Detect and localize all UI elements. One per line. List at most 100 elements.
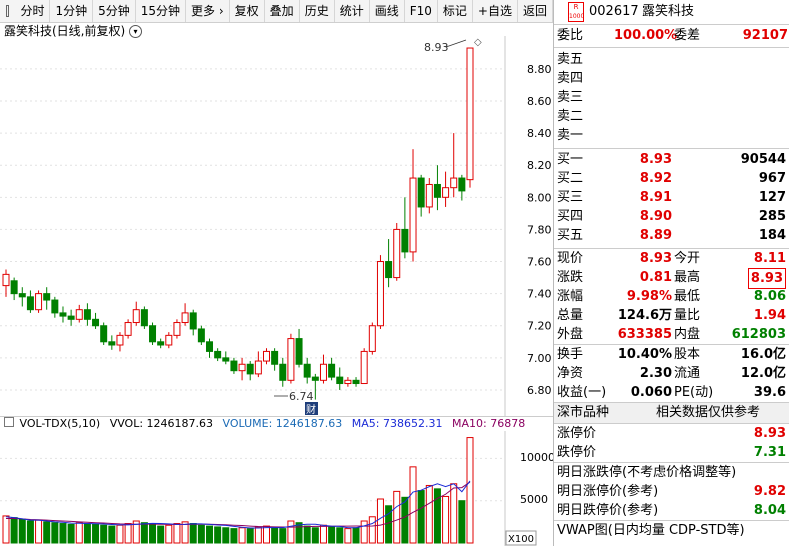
- toolbar-menu-icon[interactable]: [6, 5, 10, 17]
- section-left[interactable]: 深市品种: [557, 403, 609, 423]
- back-button[interactable]: 返回: [518, 0, 553, 22]
- kline-chart[interactable]: 8.80 8.60 8.40 8.20 8.00 7.80 7.60 7.40 7.20 7.00…: [0, 36, 553, 416]
- candle-body: [328, 363, 336, 378]
- candle-body: [287, 338, 295, 381]
- high-price-label: 8.93: [424, 41, 449, 54]
- tab-15min[interactable]: 15分钟: [136, 0, 187, 22]
- fundamental-label-left: 收益(一): [557, 385, 607, 400]
- candle-body: [18, 293, 26, 298]
- candle-body: [442, 187, 450, 198]
- candle-body: [124, 322, 132, 336]
- tomorrow-title: 明日涨跌停(不考虑价格调整等): [557, 465, 737, 480]
- candle-body: [433, 183, 441, 198]
- stat-value-right: 612803: [731, 327, 786, 342]
- badge-number: 1000: [569, 13, 585, 20]
- volume-indicator-icon[interactable]: [4, 417, 14, 427]
- mark-button[interactable]: 标记: [438, 0, 473, 22]
- candle-body: [197, 328, 205, 343]
- stat-row: 外盘 633385 内盘 612803: [554, 325, 789, 344]
- add-watchlist-button[interactable]: +自选: [473, 0, 518, 22]
- buy-level-volume: 184: [758, 228, 786, 243]
- buy-level-volume: 967: [758, 171, 786, 186]
- volume-bar: [466, 437, 474, 544]
- stat-value-right: 8.06: [753, 289, 786, 304]
- tab-5min[interactable]: 5分钟: [93, 0, 136, 22]
- sell-level-row: 卖一: [554, 126, 789, 145]
- volume-bar: [442, 495, 450, 544]
- candle-body: [352, 379, 360, 385]
- vwap-row[interactable]: VWAP图(日内均量 CDP-STD等): [554, 520, 789, 540]
- volume-bar: [376, 498, 384, 544]
- volume-chart[interactable]: 10000 5000 X100: [0, 431, 553, 546]
- weibi-value: 100.00%: [614, 28, 678, 43]
- volume-bar: [108, 525, 116, 544]
- candle-body: [376, 261, 384, 327]
- overlay-button[interactable]: 叠加: [265, 0, 300, 22]
- restore-rights-button[interactable]: 复权: [230, 0, 265, 22]
- badge-letter: R: [573, 3, 579, 11]
- buy-level-price[interactable]: 8.92: [614, 169, 672, 188]
- candle-body: [262, 350, 270, 362]
- tomorrow-up-row: 明日涨停价(参考) 9.82: [554, 482, 789, 501]
- buy-level-price[interactable]: 8.91: [614, 188, 672, 207]
- history-button[interactable]: 历史: [300, 0, 335, 22]
- f10-button[interactable]: F10: [405, 0, 438, 22]
- volume-bar: [189, 523, 197, 544]
- buy-level-price[interactable]: 8.93: [614, 150, 672, 169]
- tab-1min[interactable]: 1分钟: [50, 0, 94, 22]
- volume-bar: [393, 490, 401, 544]
- buy-level-volume: 90544: [740, 152, 786, 167]
- price-tick: 8.00: [527, 191, 552, 204]
- tomorrow-down-row: 明日跌停价(参考) 8.04: [554, 501, 789, 520]
- price-tick: 7.40: [527, 288, 552, 301]
- volume-indicator-name[interactable]: VOL-TDX(5,10): [20, 417, 101, 430]
- price-tick: 8.80: [527, 63, 552, 76]
- draw-line-button[interactable]: 画线: [370, 0, 405, 22]
- volume-bar: [352, 527, 360, 544]
- candle-body: [466, 47, 474, 181]
- fundamental-label-right: 流通: [674, 366, 701, 381]
- stat-label-right: 最低: [674, 289, 701, 304]
- stock-name: 露笑科技: [642, 4, 695, 19]
- volume-bar: [83, 523, 91, 544]
- volume-bar: [417, 490, 425, 544]
- candle-body: [425, 183, 433, 208]
- buy-level-volume: 127: [758, 190, 786, 205]
- candle-body: [43, 293, 51, 301]
- volume-bar: [116, 524, 124, 544]
- candle-body: [238, 363, 246, 372]
- volume-bar: [450, 483, 458, 544]
- stat-value-left: 124.6万: [617, 308, 672, 323]
- candle-body: [35, 293, 43, 311]
- volume-bar: [246, 528, 254, 544]
- tab-timeshare[interactable]: 分时: [15, 0, 51, 22]
- vwap-label[interactable]: VWAP图(日内均量 CDP-STD等): [557, 521, 745, 540]
- fundamental-row: 换手 10.40% 股本 16.0亿: [554, 345, 789, 364]
- candle-body: [2, 273, 10, 287]
- weibi-label: 委比: [557, 28, 584, 43]
- tab-more[interactable]: 更多 ›: [186, 0, 230, 22]
- stat-label-right: 今开: [674, 251, 701, 266]
- candle-body: [344, 379, 352, 385]
- buy-level-price[interactable]: 8.90: [614, 207, 672, 226]
- fundamental-label-left: 换手: [557, 347, 584, 362]
- weibi-row: 委比 100.00% 委差 92107: [554, 25, 789, 48]
- volume-bar: [67, 523, 75, 544]
- candle-body: [67, 315, 75, 320]
- buy-level-label: 买一: [557, 152, 584, 167]
- rz-badge: R 1000: [568, 2, 584, 22]
- stat-label-right: 内盘: [674, 327, 701, 342]
- volume-bar: [328, 526, 336, 544]
- stat-label-left: 现价: [557, 251, 584, 266]
- quote-panel: R 1000 002617 露笑科技 委比 100.00% 委差 92107 卖五…: [553, 0, 789, 546]
- volume-bar: [206, 525, 214, 544]
- buy-level-price[interactable]: 8.89: [614, 226, 672, 245]
- statistics-button[interactable]: 统计: [335, 0, 370, 22]
- candle-body: [401, 228, 409, 253]
- tomorrow-up-label: 明日涨停价(参考): [557, 484, 659, 499]
- candle-body: [417, 177, 425, 208]
- ma5-line: [5, 480, 471, 529]
- price-tick: 8.20: [527, 159, 552, 172]
- ma5-value: MA5: 738652.31: [351, 417, 443, 430]
- volume-value: VOLUME: 1246187.63: [222, 417, 343, 430]
